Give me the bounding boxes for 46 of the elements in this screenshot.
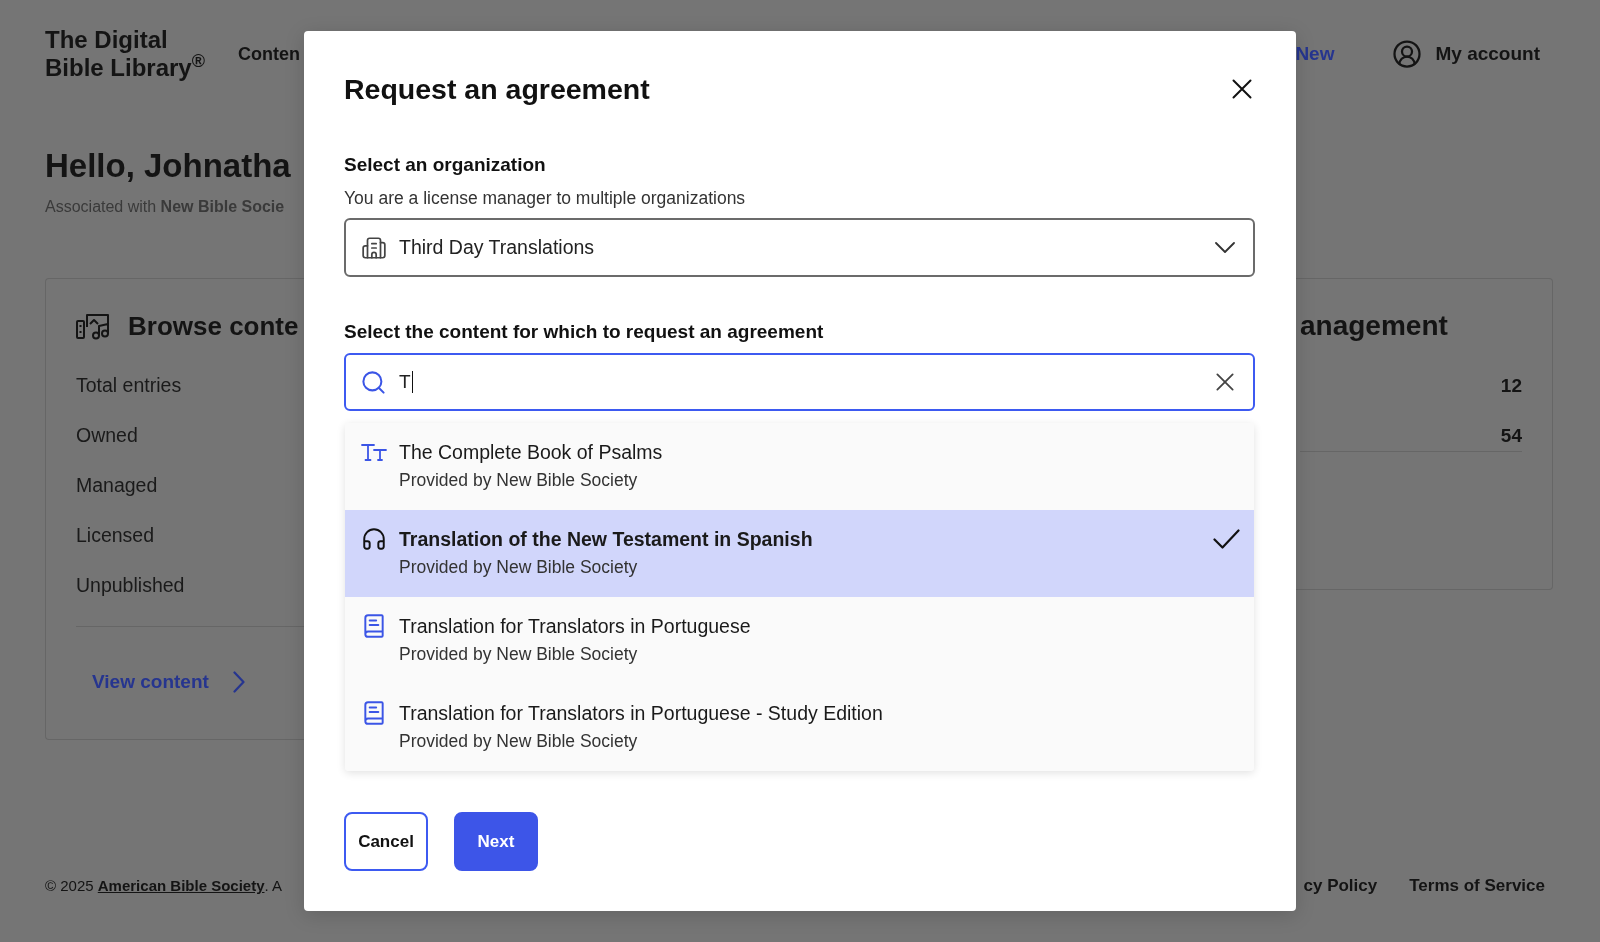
card-title: Browse conte	[128, 309, 299, 343]
building-icon	[361, 234, 387, 261]
field-help-text: You are a license manager to multiple organizations	[344, 187, 746, 209]
cancel-button[interactable]: Cancel	[344, 812, 428, 871]
search-icon	[360, 368, 387, 396]
text-size-icon	[361, 443, 387, 461]
stat-label: Unpublished	[76, 573, 185, 599]
book-icon	[361, 613, 387, 639]
search-field[interactable]: T	[344, 353, 1255, 411]
check-icon	[1213, 529, 1240, 549]
footer-link[interactable]: cy Policy	[1303, 873, 1378, 899]
copyright-text: © 2025 American Bible Society. A	[45, 875, 282, 896]
result-option[interactable]: The Complete Book of Psalms Provided by New Bible Society	[345, 423, 1254, 510]
stat-label: Licensed	[76, 523, 155, 549]
account-menu[interactable]: My account	[1392, 39, 1540, 69]
card-title: anagement	[1300, 309, 1448, 343]
media-library-icon	[76, 312, 110, 340]
greeting-title: Hello, Johnatha	[45, 146, 291, 186]
close-icon	[1232, 79, 1252, 99]
clear-icon	[1216, 373, 1234, 391]
field-label: Select the content for which to request an agreement	[344, 320, 824, 344]
result-option[interactable]: Translation of the New Testament in Spanish Provided by New Bible Society	[345, 510, 1254, 597]
user-icon	[1392, 39, 1423, 69]
book-icon	[361, 700, 387, 726]
headphones-icon	[361, 526, 387, 552]
stat-value: 12	[1500, 373, 1522, 398]
footer-link[interactable]: Terms of Service	[1409, 873, 1545, 899]
greeting-subtitle: Associated with New Bible Socie	[45, 197, 285, 217]
result-option[interactable]: Translation for Translators in Portuguese - Study Edition Provided by New Bible Society	[345, 684, 1254, 771]
next-button[interactable]: Next	[454, 812, 538, 871]
result-option[interactable]: Translation for Translators in Portuguese Provided by New Bible Society	[345, 597, 1254, 684]
stat-value: 54	[1500, 423, 1522, 448]
stat-label: Managed	[76, 473, 158, 499]
publisher-link[interactable]: American Bible Society	[97, 876, 265, 894]
site-logo[interactable]: The Digital Bible Library$^{®}$	[45, 26, 205, 82]
chevron-right-icon	[232, 671, 245, 693]
text-cursor-icon	[411, 371, 414, 393]
close-button[interactable]	[1231, 78, 1253, 100]
dialog-title: Request an agreement	[344, 72, 650, 106]
stat-label: Total entries	[76, 373, 182, 399]
stat-label: Owned	[76, 423, 138, 449]
field-label: Select an organization	[344, 153, 546, 177]
nav-link[interactable]: Conten	[238, 40, 300, 68]
organization-select[interactable]: Third Day Translations	[344, 218, 1255, 277]
chevron-down-icon	[1215, 242, 1235, 253]
clear-search-button[interactable]	[1215, 372, 1235, 392]
